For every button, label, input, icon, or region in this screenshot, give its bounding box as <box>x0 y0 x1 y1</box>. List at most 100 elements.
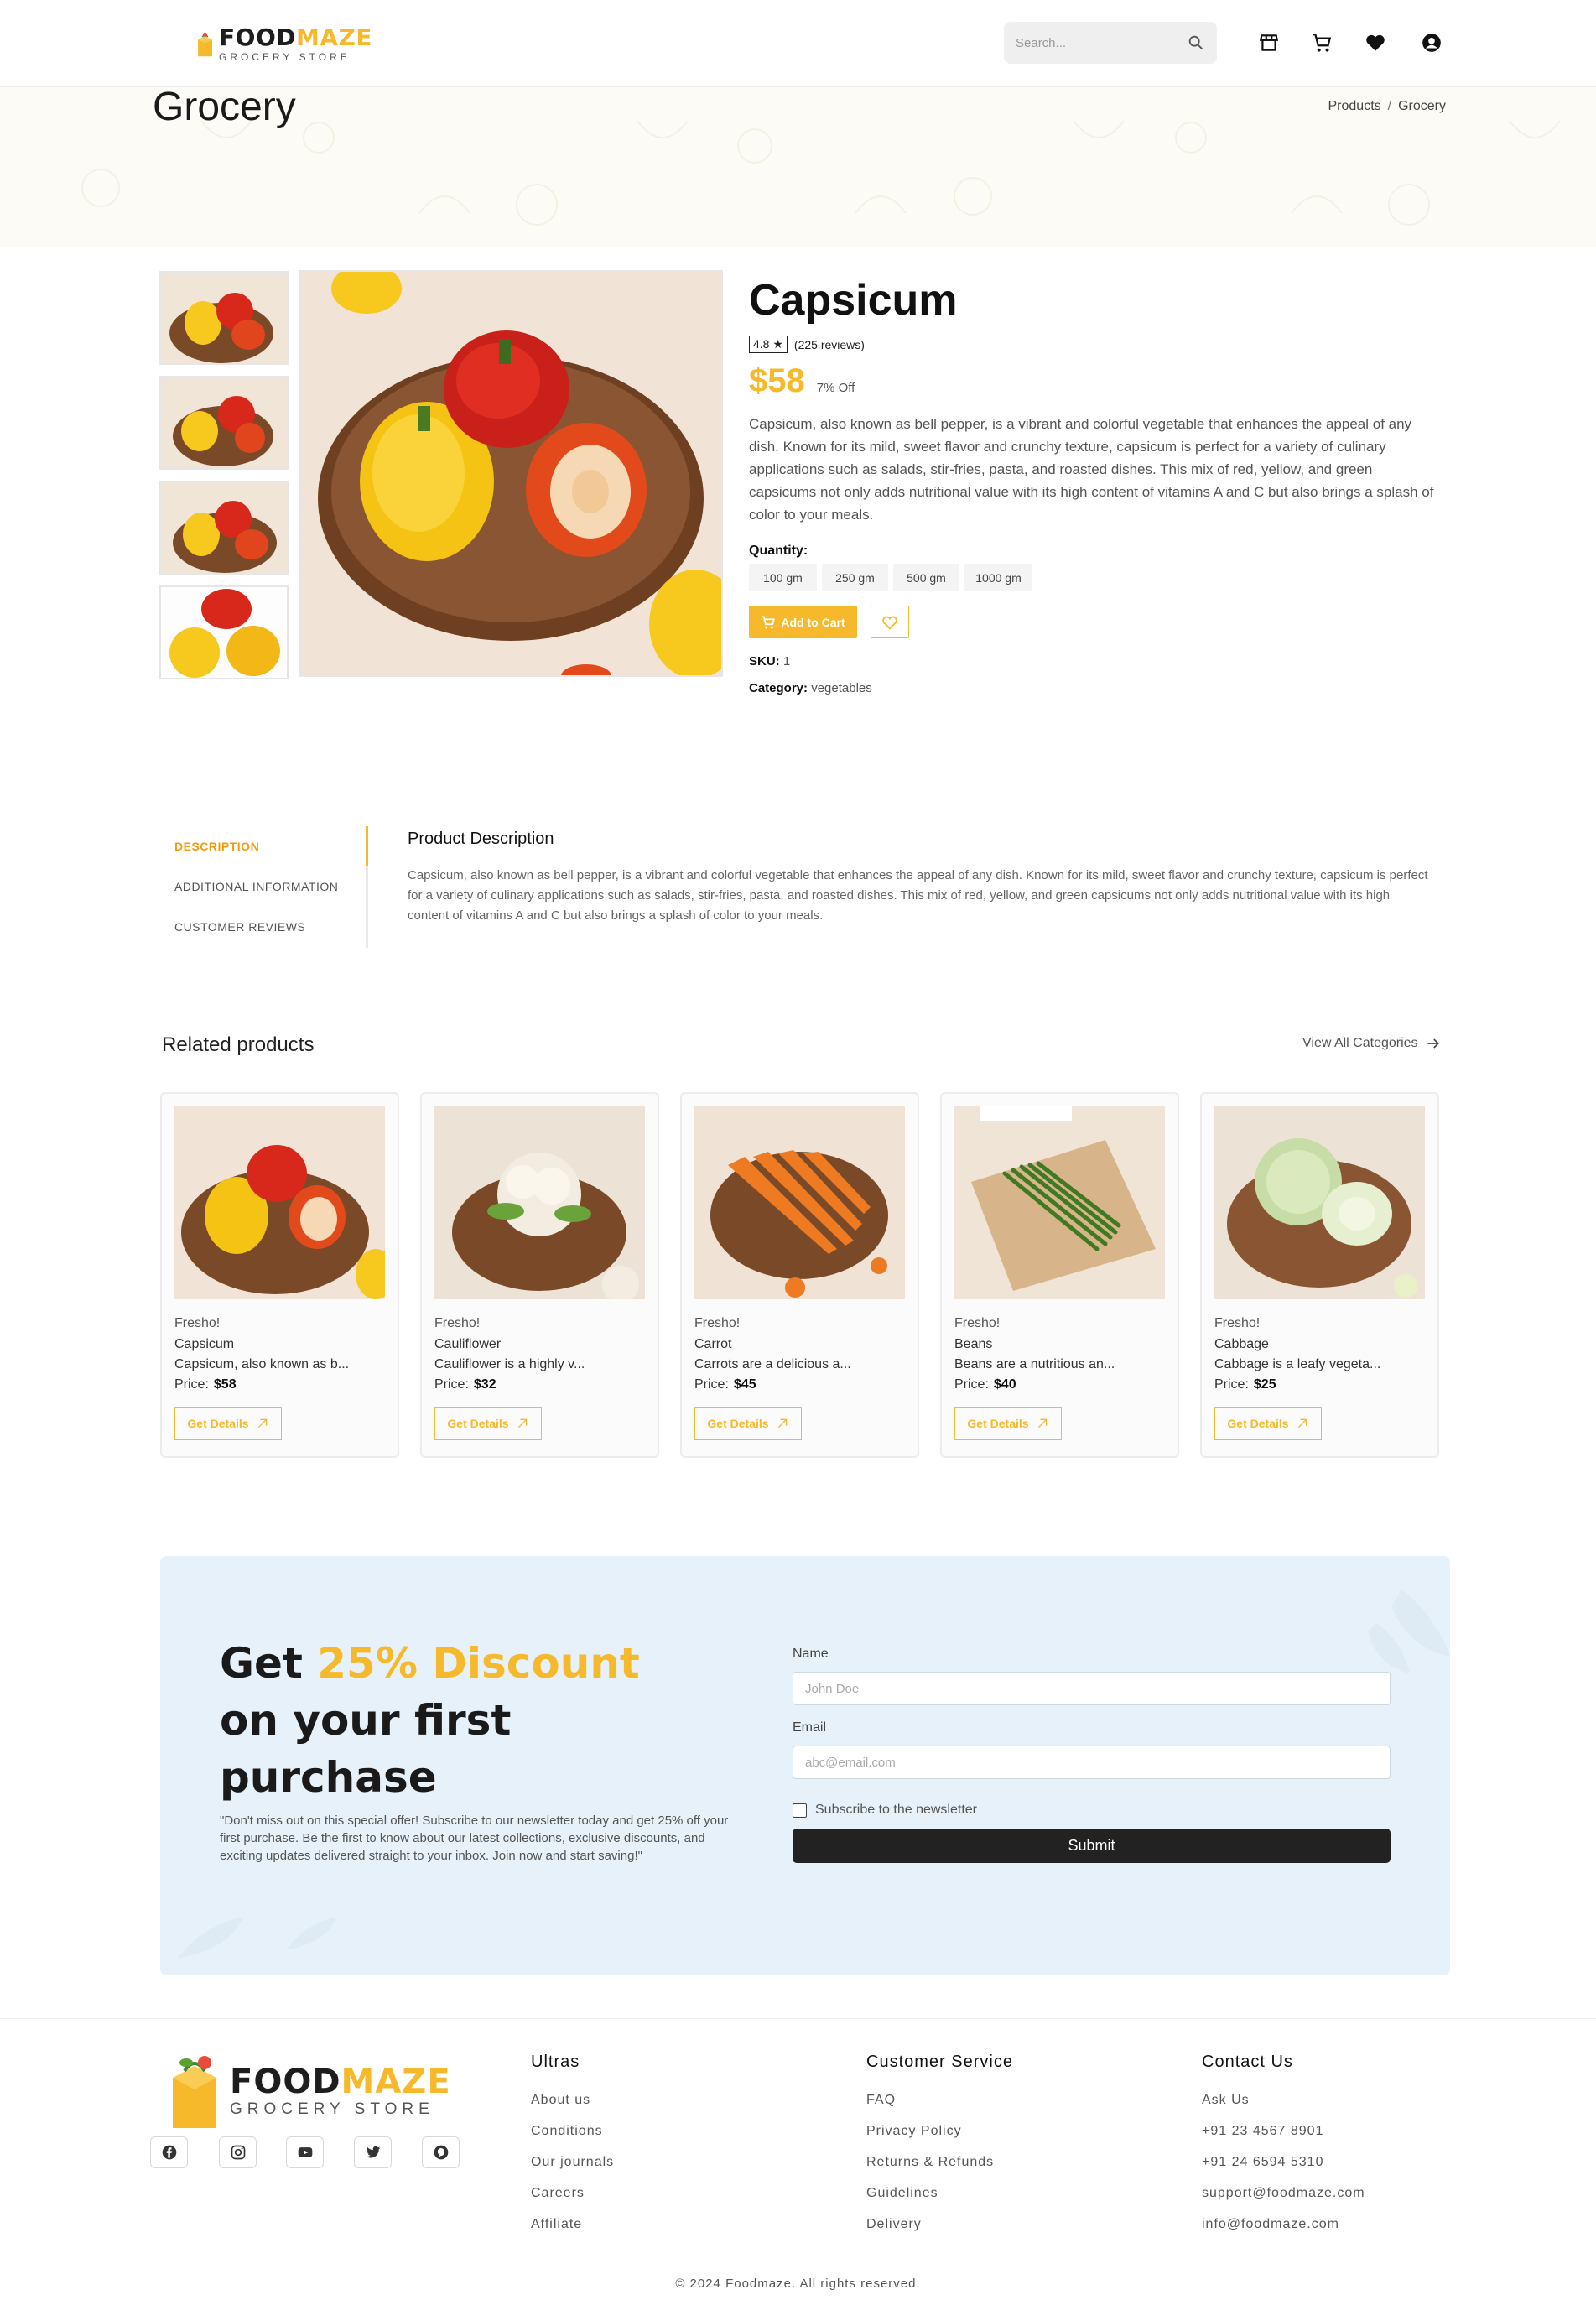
view-all-categories-link[interactable]: View All Categories <box>1302 1035 1442 1052</box>
product-card-beans[interactable]: Fresho! Beans Beans are a nutritious an.… <box>940 1092 1179 1458</box>
description-body: Capsicum, also known as bell pepper, is … <box>408 868 1428 923</box>
footer-link-guidelines[interactable]: Guidelines <box>866 2186 938 2201</box>
get-details-button[interactable]: Get Details <box>694 1407 802 1440</box>
add-to-cart-label: Add to Cart <box>781 615 845 629</box>
newsletter-body: "Don't miss out on this special offer! S… <box>220 1813 729 1863</box>
search-bar <box>1004 22 1217 64</box>
product-card-price: Price: $25 <box>1214 1377 1276 1392</box>
footer-link-returns-refunds[interactable]: Returns & Refunds <box>866 2155 994 2170</box>
price-label: Price: <box>434 1377 469 1392</box>
footer-link-faq[interactable]: FAQ <box>866 2093 896 2108</box>
search-input[interactable] <box>1016 35 1187 50</box>
subscribe-checkbox[interactable] <box>793 1803 807 1818</box>
footer-link-careers[interactable]: Careers <box>531 2186 585 2201</box>
brand-logo[interactable]: FOODMAZE GROCERY STORE <box>196 18 372 70</box>
subscribe-checkbox-row[interactable]: Subscribe to the newsletter <box>793 1803 977 1818</box>
footer-link-about-us[interactable]: About us <box>531 2093 590 2108</box>
product-title: Capsicum <box>749 276 958 325</box>
get-details-label: Get Details <box>967 1417 1029 1430</box>
footer-col-customer-service-title: Customer Service <box>866 2053 1013 2071</box>
product-card-carrot[interactable]: Fresho! Carrot Carrots are a delicious a… <box>680 1092 919 1458</box>
quantity-option-100gm[interactable]: 100 gm <box>749 564 817 591</box>
heading-part-1: Get <box>220 1639 318 1688</box>
product-thumbnail-4[interactable] <box>159 585 289 679</box>
quantity-label: Quantity: <box>749 544 808 558</box>
breadcrumb: Products / Grocery <box>1328 99 1447 114</box>
quantity-option-1000gm[interactable]: 1000 gm <box>964 564 1032 591</box>
footer-col-ultras-title: Ultras <box>531 2053 580 2071</box>
product-card-name: Cauliflower <box>434 1337 502 1351</box>
product-card-price: Price: $45 <box>694 1377 756 1392</box>
footer-link-delivery[interactable]: Delivery <box>866 2217 922 2232</box>
product-card-summary: Carrots are a delicious a... <box>694 1357 851 1371</box>
twitter-button[interactable] <box>354 2136 392 2168</box>
price-label: Price: <box>174 1377 209 1392</box>
footer-email-support[interactable]: support@foodmaze.com <box>1202 2186 1365 2201</box>
product-card-price: Price: $58 <box>174 1377 237 1392</box>
product-card-cabbage[interactable]: Fresho! Cabbage Cabbage is a leafy veget… <box>1200 1092 1439 1458</box>
review-count[interactable]: (225 reviews) <box>794 338 865 351</box>
pinterest-button[interactable] <box>422 2136 460 2168</box>
footer-link-conditions[interactable]: Conditions <box>531 2124 603 2139</box>
site-header: FOODMAZE GROCERY STORE <box>0 0 1596 87</box>
tab-customer-reviews[interactable]: CUSTOMER REVIEWS <box>174 920 305 934</box>
product-card-name: Carrot <box>694 1337 732 1351</box>
sku-value: 1 <box>782 654 791 669</box>
breadcrumb-products[interactable]: Products <box>1328 99 1381 113</box>
quantity-option-250gm[interactable]: 250 gm <box>822 564 888 591</box>
get-details-button[interactable]: Get Details <box>1214 1407 1322 1440</box>
heart-icon[interactable] <box>1365 32 1386 54</box>
footer-link-ask-us[interactable]: Ask Us <box>1202 2093 1250 2108</box>
youtube-icon <box>298 2147 312 2157</box>
quantity-option-500gm[interactable]: 500 gm <box>893 564 959 591</box>
email-input[interactable] <box>793 1746 1391 1779</box>
subscribe-label: Subscribe to the newsletter <box>815 1803 977 1817</box>
product-card-name: Beans <box>954 1337 993 1351</box>
facebook-icon <box>162 2145 176 2160</box>
footer-phone-2[interactable]: +91 24 6594 5310 <box>1202 2155 1323 2170</box>
tab-additional-information[interactable]: ADDITIONAL INFORMATION <box>174 880 338 893</box>
footer-email-info[interactable]: info@foodmaze.com <box>1202 2217 1339 2232</box>
get-details-button[interactable]: Get Details <box>174 1407 282 1440</box>
product-thumbnail-1[interactable] <box>159 271 289 365</box>
product-card-capsicum[interactable]: Fresho! Capsicum Capsicum, also known as… <box>160 1092 399 1458</box>
product-card-name: Cabbage <box>1214 1337 1269 1351</box>
brand-subtitle: GROCERY STORE <box>219 51 351 63</box>
footer-phone-1[interactable]: +91 23 4567 8901 <box>1202 2124 1323 2139</box>
submit-button[interactable]: Submit <box>793 1829 1391 1863</box>
search-icon[interactable] <box>1187 34 1205 52</box>
arrow-up-right-icon <box>1037 1418 1047 1428</box>
facebook-button[interactable] <box>150 2136 188 2168</box>
product-card-brand: Fresho! <box>1214 1316 1261 1330</box>
capsicum-image <box>174 1106 385 1299</box>
view-all-label: View All Categories <box>1302 1036 1418 1050</box>
youtube-button[interactable] <box>286 2136 324 2168</box>
footer-brand-logo[interactable]: FOODMAZE GROCERY STORE <box>168 2053 451 2130</box>
get-details-button[interactable]: Get Details <box>434 1407 542 1440</box>
get-details-label: Get Details <box>707 1417 769 1430</box>
user-account-icon[interactable] <box>1421 32 1443 54</box>
name-input[interactable] <box>793 1672 1391 1705</box>
product-thumbnail-2[interactable] <box>159 376 289 470</box>
product-card-brand: Fresho! <box>694 1316 741 1330</box>
product-thumbnail-3[interactable] <box>159 481 289 575</box>
add-to-cart-button[interactable]: Add to Cart <box>749 606 857 638</box>
footer-link-affiliate[interactable]: Affiliate <box>531 2217 582 2232</box>
category-value[interactable]: vegetables <box>811 681 872 695</box>
footer-link-privacy-policy[interactable]: Privacy Policy <box>866 2124 962 2139</box>
get-details-label: Get Details <box>187 1417 249 1430</box>
footer-brand-subtitle: GROCERY STORE <box>230 2100 434 2118</box>
get-details-button[interactable]: Get Details <box>954 1407 1062 1440</box>
store-icon[interactable] <box>1258 32 1280 54</box>
tab-description[interactable]: DESCRIPTION <box>174 840 259 853</box>
product-main-image <box>299 270 723 677</box>
product-card-cauliflower[interactable]: Fresho! Cauliflower Cauliflower is a hig… <box>420 1092 659 1458</box>
wishlist-button[interactable] <box>871 606 909 638</box>
page-title: Grocery <box>153 85 296 129</box>
copyright-text: © 2024 Foodmaze. All rights reserved. <box>675 2277 921 2291</box>
grocery-bag-logo-icon <box>173 2056 216 2128</box>
capsicum-image <box>161 587 287 678</box>
instagram-button[interactable] <box>219 2136 257 2168</box>
footer-link-our-journals[interactable]: Our journals <box>531 2155 614 2170</box>
cart-icon[interactable] <box>1311 32 1333 54</box>
